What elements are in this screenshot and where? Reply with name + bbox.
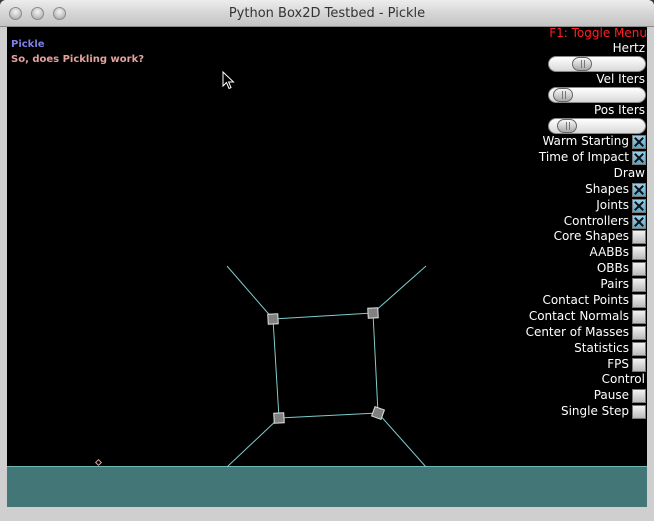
option-shapes-checkbox[interactable] bbox=[632, 183, 646, 197]
joint-line-bottom-right bbox=[377, 412, 427, 468]
option-warm-starting-label: Warm Starting bbox=[542, 134, 629, 148]
option-contact-points[interactable]: Contact Points bbox=[487, 293, 647, 309]
control-section-header-label: Control bbox=[601, 372, 645, 386]
option-aabbs-label: AABBs bbox=[589, 245, 629, 259]
option-obbs-checkbox[interactable] bbox=[632, 262, 646, 276]
option-joints-label: Joints bbox=[596, 198, 629, 212]
joint-line-bottom bbox=[278, 412, 379, 419]
window-bottom-frame bbox=[0, 507, 654, 521]
simulation-viewport[interactable]: Pickle So, does Pickling work? F1: Toggl… bbox=[7, 27, 647, 507]
option-warm-starting[interactable]: Warm Starting bbox=[487, 134, 647, 150]
option-shapes[interactable]: Shapes bbox=[487, 182, 647, 198]
control-section-header: Control bbox=[487, 372, 647, 388]
option-statistics-checkbox[interactable] bbox=[632, 342, 646, 356]
option-pause-label: Pause bbox=[593, 388, 629, 402]
option-controllers-checkbox[interactable] bbox=[632, 215, 646, 229]
body-bottom-left bbox=[273, 412, 285, 424]
joint-line-bottom-left bbox=[226, 417, 280, 468]
joint-line-top bbox=[272, 312, 374, 320]
option-fps[interactable]: FPS bbox=[487, 357, 647, 373]
hertz-slider-knob[interactable] bbox=[572, 57, 592, 71]
joint-line-left bbox=[272, 318, 280, 419]
option-core-shapes-checkbox[interactable] bbox=[632, 230, 646, 244]
draw-section-header-label: Draw bbox=[613, 166, 645, 180]
option-center-of-masses-label: Center of Masses bbox=[525, 325, 629, 339]
option-contact-points-label: Contact Points bbox=[542, 293, 629, 307]
vel-iters-slider-knob[interactable] bbox=[553, 88, 573, 102]
option-warm-starting-checkbox[interactable] bbox=[632, 135, 646, 149]
option-fps-label: FPS bbox=[607, 357, 629, 371]
option-obbs[interactable]: OBBs bbox=[487, 261, 647, 277]
draw-section-header: Draw bbox=[487, 166, 647, 182]
option-single-step-label: Single Step bbox=[560, 404, 629, 418]
vel-iters-slider[interactable] bbox=[548, 87, 646, 103]
joint-line-top-right bbox=[372, 265, 427, 314]
option-pairs[interactable]: Pairs bbox=[487, 277, 647, 293]
option-center-of-masses[interactable]: Center of Masses bbox=[487, 325, 647, 341]
option-contact-points-checkbox[interactable] bbox=[632, 294, 646, 308]
testbed-window: Python Box2D Testbed - Pickle Pickle So,… bbox=[0, 0, 654, 521]
joint-line-right bbox=[372, 312, 379, 414]
option-contact-normals[interactable]: Contact Normals bbox=[487, 309, 647, 325]
option-controllers[interactable]: Controllers bbox=[487, 214, 647, 230]
option-single-step-checkbox[interactable] bbox=[632, 405, 646, 419]
body-top-left bbox=[267, 313, 279, 325]
option-fps-checkbox[interactable] bbox=[632, 358, 646, 372]
option-joints-checkbox[interactable] bbox=[632, 199, 646, 213]
vel-iters-label: Vel Iters bbox=[596, 72, 645, 86]
option-pause-checkbox[interactable] bbox=[632, 389, 646, 403]
option-pairs-label: Pairs bbox=[600, 277, 629, 291]
hertz-slider[interactable] bbox=[548, 56, 646, 72]
pos-iters-slider[interactable] bbox=[548, 118, 646, 134]
toggle-menu-hint: F1: Toggle Menu bbox=[549, 27, 647, 40]
title-bar[interactable]: Python Box2D Testbed - Pickle bbox=[0, 0, 654, 27]
joint-line-top-left bbox=[226, 265, 274, 320]
joint-lines bbox=[226, 265, 427, 468]
option-pairs-checkbox[interactable] bbox=[632, 278, 646, 292]
option-core-shapes-label: Core Shapes bbox=[553, 229, 629, 243]
option-time-of-impact[interactable]: Time of Impact bbox=[487, 150, 647, 166]
mouse-cursor-icon bbox=[222, 71, 235, 90]
option-statistics[interactable]: Statistics bbox=[487, 341, 647, 357]
option-joints[interactable]: Joints bbox=[487, 198, 647, 214]
option-single-step[interactable]: Single Step bbox=[487, 404, 647, 420]
option-core-shapes[interactable]: Core Shapes bbox=[487, 229, 647, 245]
hertz-label: Hertz bbox=[612, 41, 645, 55]
option-aabbs[interactable]: AABBs bbox=[487, 245, 647, 261]
option-center-of-masses-checkbox[interactable] bbox=[632, 326, 646, 340]
option-contact-normals-checkbox[interactable] bbox=[632, 310, 646, 324]
window-title: Python Box2D Testbed - Pickle bbox=[228, 6, 426, 21]
pos-iters-slider-knob[interactable] bbox=[557, 119, 577, 133]
option-aabbs-checkbox[interactable] bbox=[632, 246, 646, 260]
option-shapes-label: Shapes bbox=[585, 182, 629, 196]
pos-iters-label: Pos Iters bbox=[593, 103, 645, 117]
option-time-of-impact-checkbox[interactable] bbox=[632, 151, 646, 165]
option-time-of-impact-label: Time of Impact bbox=[538, 150, 629, 164]
option-contact-normals-label: Contact Normals bbox=[528, 309, 629, 323]
body-top-right bbox=[367, 307, 379, 319]
option-pause[interactable]: Pause bbox=[487, 388, 647, 404]
option-obbs-label: OBBs bbox=[596, 261, 629, 275]
option-statistics-label: Statistics bbox=[574, 341, 629, 355]
small-body-marker bbox=[94, 458, 103, 467]
option-controllers-label: Controllers bbox=[563, 214, 629, 228]
